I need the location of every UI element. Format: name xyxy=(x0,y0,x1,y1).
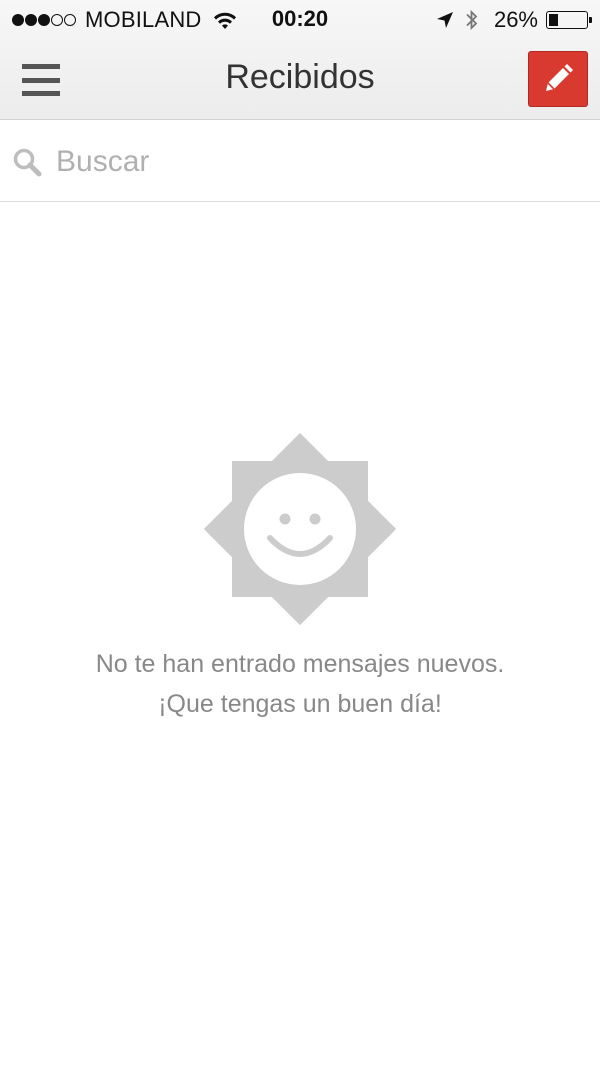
status-right: 26% xyxy=(436,6,592,34)
battery-icon xyxy=(546,11,592,29)
search-bar xyxy=(0,121,600,202)
top-bar: MOBILAND 00:20 26% Recibidos xyxy=(0,0,600,120)
empty-message: No te han entrado mensajes nuevos. ¡Que … xyxy=(0,644,600,724)
battery-percent: 26% xyxy=(493,7,538,32)
pencil-icon xyxy=(546,64,573,91)
empty-message-line2: ¡Que tengas un buen día! xyxy=(158,690,442,718)
search-input[interactable] xyxy=(54,139,574,185)
page-title: Recibidos xyxy=(225,58,375,96)
empty-message-line1: No te han entrado mensajes nuevos. xyxy=(95,650,505,678)
empty-inbox-state: No te han entrado mensajes nuevos. ¡Que … xyxy=(0,432,600,724)
location-arrow-icon xyxy=(436,12,453,28)
status-bar: MOBILAND 00:20 26% xyxy=(0,0,600,40)
bluetooth-icon xyxy=(466,9,478,31)
compose-button[interactable] xyxy=(528,51,588,107)
app-header: Recibidos xyxy=(0,40,600,120)
search-icon xyxy=(13,148,42,177)
smiling-sun-icon xyxy=(203,432,397,626)
